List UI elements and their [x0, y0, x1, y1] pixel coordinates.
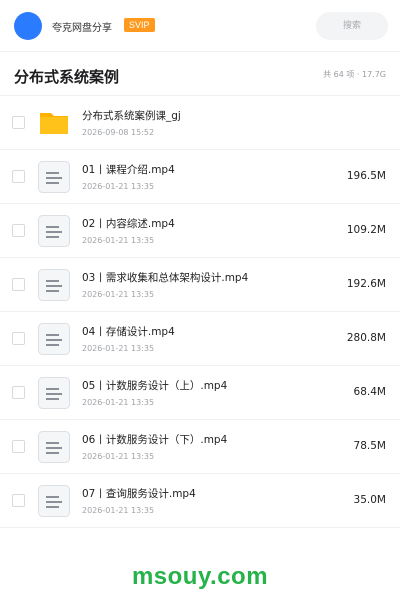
video-file-icon	[38, 161, 70, 193]
svip-badge: SVIP	[124, 18, 155, 32]
row-checkbox[interactable]	[12, 386, 25, 399]
file-name: 04丨存储设计.mp4	[82, 326, 175, 338]
file-date: 2026-01-21 13:35	[82, 182, 155, 191]
list-item[interactable]: 07丨查询服务设计.mp4 2026-01-21 13:35 35.0M	[0, 474, 400, 528]
file-size: 78.5M	[353, 440, 386, 452]
file-date: 2026-01-21 13:35	[82, 236, 155, 245]
file-name: 02丨内容综述.mp4	[82, 218, 175, 230]
video-file-icon	[38, 269, 70, 301]
file-date: 2026-01-21 13:35	[82, 344, 155, 353]
file-size: 109.2M	[346, 224, 386, 236]
list-item[interactable]: 06丨计数服务设计（下）.mp4 2026-01-21 13:35 78.5M	[0, 420, 400, 474]
video-file-icon	[38, 323, 70, 355]
row-checkbox[interactable]	[12, 116, 25, 129]
file-size: 196.5M	[346, 170, 386, 182]
row-checkbox[interactable]	[12, 170, 25, 183]
folder-header: 分布式系统案例 共 64 项 · 17.7G	[0, 52, 400, 96]
app-name: 夸克网盘分享	[52, 23, 112, 34]
top-bar: 夸克网盘分享 SVIP 搜索	[0, 0, 400, 52]
file-date: 2026-01-21 13:35	[82, 398, 155, 407]
file-name: 06丨计数服务设计（下）.mp4	[82, 434, 228, 446]
file-name: 07丨查询服务设计.mp4	[82, 488, 196, 500]
list-item[interactable]: 分布式系统案例课_gj 2026-09-08 15:52	[0, 96, 400, 150]
file-name: 05丨计数服务设计（上）.mp4	[82, 380, 228, 392]
page-title: 分布式系统案例	[14, 68, 120, 86]
list-item[interactable]: 04丨存储设计.mp4 2026-01-21 13:35 280.8M	[0, 312, 400, 366]
list-item[interactable]: 05丨计数服务设计（上）.mp4 2026-01-21 13:35 68.4M	[0, 366, 400, 420]
avatar[interactable]	[14, 12, 42, 40]
file-name: 分布式系统案例课_gj	[82, 110, 181, 122]
file-size: 68.4M	[353, 386, 386, 398]
file-size: 280.8M	[346, 332, 386, 344]
file-size: 35.0M	[353, 494, 386, 506]
video-file-icon	[38, 215, 70, 247]
watermark: msouy.com	[131, 563, 269, 590]
file-name: 01丨课程介绍.mp4	[82, 164, 175, 176]
row-checkbox[interactable]	[12, 224, 25, 237]
file-date: 2026-01-21 13:35	[82, 506, 155, 515]
video-file-icon	[38, 485, 70, 517]
file-name: 03丨需求收集和总体架构设计.mp4	[82, 272, 249, 284]
list-item[interactable]: 03丨需求收集和总体架构设计.mp4 2026-01-21 13:35 192.…	[0, 258, 400, 312]
file-size: 192.6M	[346, 278, 386, 290]
search-input[interactable]: 搜索	[316, 12, 388, 40]
video-file-icon	[38, 377, 70, 409]
row-checkbox[interactable]	[12, 278, 25, 291]
file-list: 分布式系统案例课_gj 2026-09-08 15:52 01丨课程介绍.mp4…	[0, 96, 400, 528]
folder-meta: 共 64 项 · 17.7G	[323, 70, 386, 79]
row-checkbox[interactable]	[12, 440, 25, 453]
video-file-icon	[38, 431, 70, 463]
file-date: 2026-01-21 13:35	[82, 452, 155, 461]
file-date: 2026-01-21 13:35	[82, 290, 155, 299]
row-checkbox[interactable]	[12, 494, 25, 507]
list-item[interactable]: 02丨内容综述.mp4 2026-01-21 13:35 109.2M	[0, 204, 400, 258]
file-date: 2026-09-08 15:52	[82, 128, 155, 137]
folder-icon	[38, 107, 70, 139]
row-checkbox[interactable]	[12, 332, 25, 345]
list-item[interactable]: 01丨课程介绍.mp4 2026-01-21 13:35 196.5M	[0, 150, 400, 204]
